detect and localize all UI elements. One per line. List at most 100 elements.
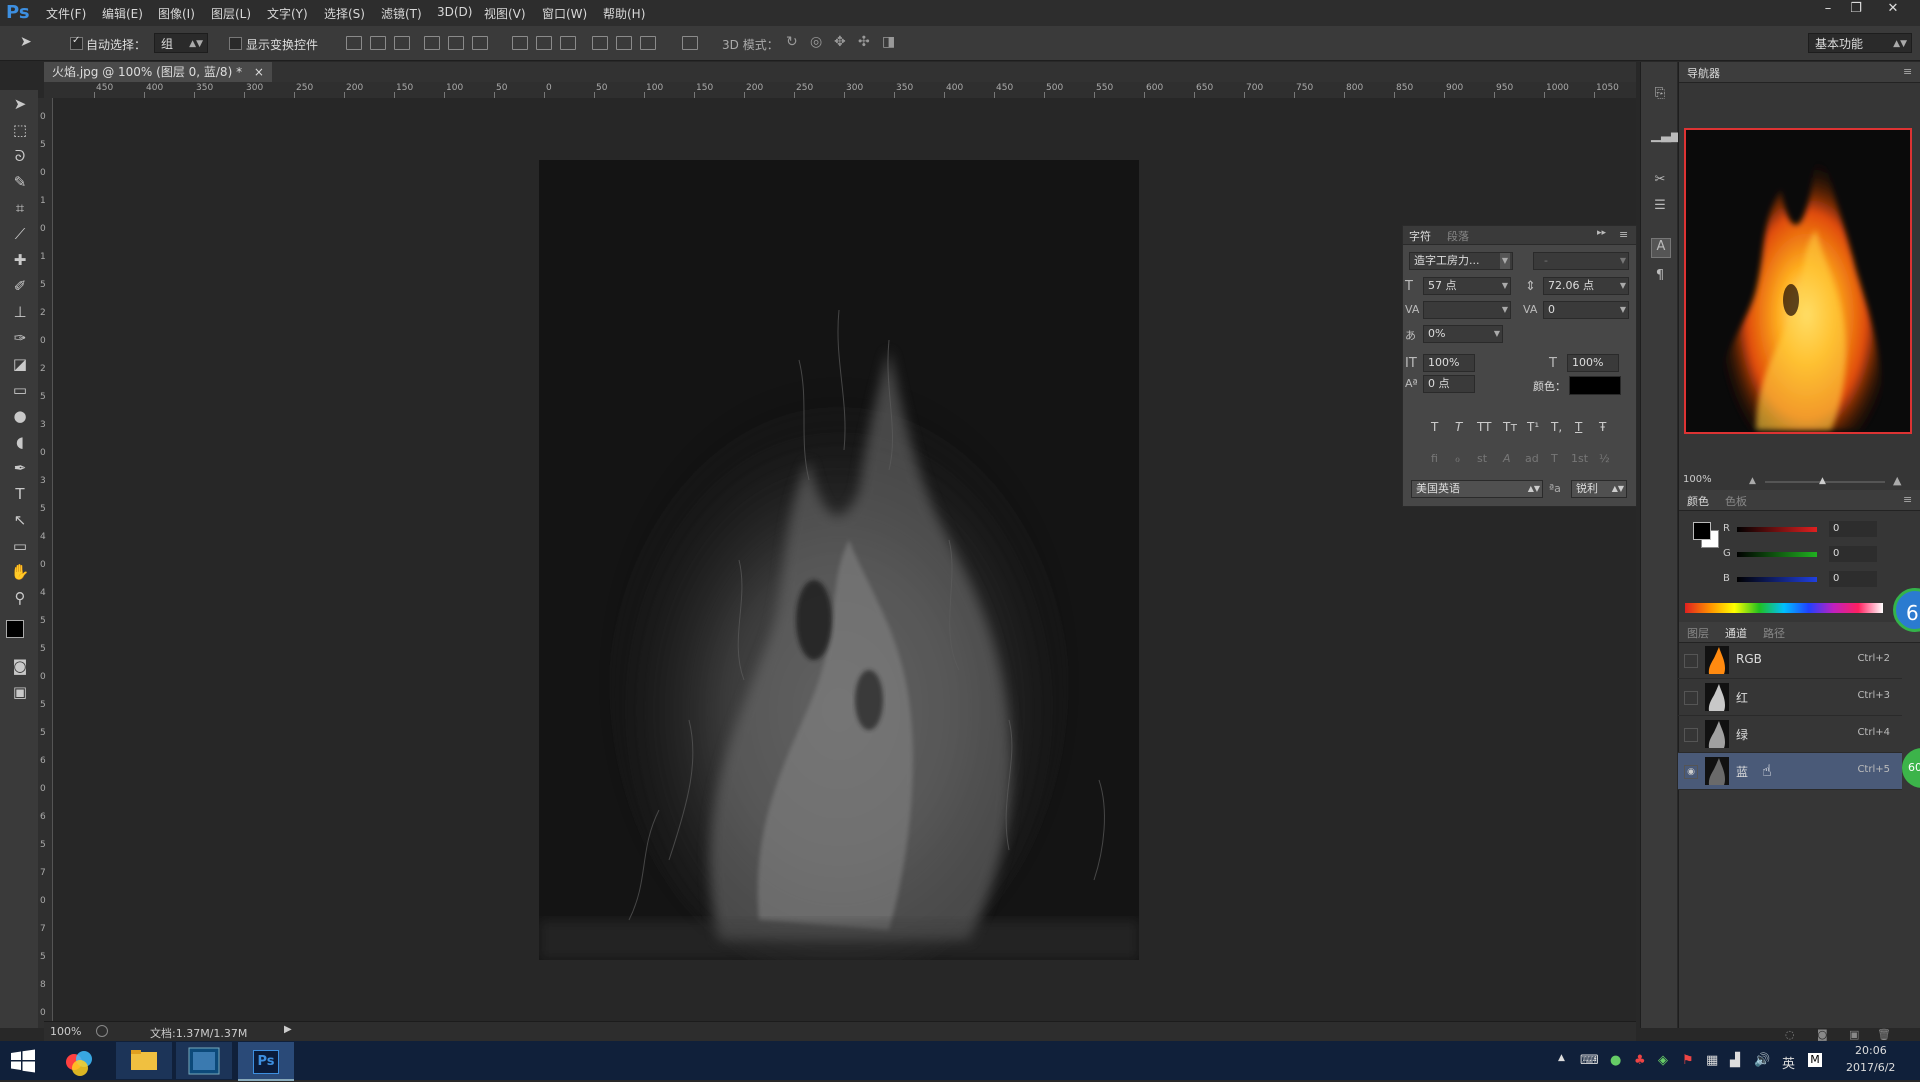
foreground-color-swatch[interactable]	[1693, 522, 1711, 540]
tab-color[interactable]: 颜色	[1687, 493, 1709, 509]
3d-scale-icon[interactable]: ◨	[882, 34, 895, 50]
color-g-slider[interactable]	[1737, 552, 1817, 557]
visibility-eye-icon[interactable]	[1684, 654, 1698, 668]
align-vcenter-icon[interactable]	[370, 36, 386, 50]
tray-app-icon-4[interactable]: ▦	[1706, 1053, 1718, 1068]
text-color-swatch[interactable]	[1569, 376, 1621, 395]
blur-tool-icon[interactable]: ●	[9, 406, 31, 426]
history-brush-tool-icon[interactable]: ✑	[9, 328, 31, 348]
auto-select-checkbox[interactable]: ✓	[70, 35, 83, 50]
clock-time[interactable]: 20:06	[1855, 1044, 1887, 1057]
zoom-out-icon[interactable]: ▲	[1749, 476, 1756, 486]
swash-button[interactable]: A	[1503, 452, 1511, 465]
tsume-field[interactable]: 0% ▼	[1423, 325, 1503, 343]
history-icon[interactable]: ⎘	[1651, 86, 1669, 104]
subscript-button[interactable]: T,	[1551, 420, 1562, 434]
file-explorer-icon[interactable]	[116, 1042, 172, 1079]
menu-select[interactable]: 选择(S)	[324, 5, 365, 22]
visibility-eye-icon[interactable]	[1684, 691, 1698, 705]
clock-date[interactable]: 2017/6/2	[1846, 1061, 1895, 1074]
marquee-tool-icon[interactable]: ⬚	[9, 120, 31, 140]
ime-indicator[interactable]: 英	[1782, 1053, 1795, 1072]
menu-filter[interactable]: 滤镜(T)	[381, 5, 422, 22]
photoshop-taskbar-button[interactable]: Ps	[238, 1042, 294, 1081]
tab-channels[interactable]: 通道	[1725, 625, 1747, 641]
path-select-tool-icon[interactable]: ↖	[9, 510, 31, 530]
menu-image[interactable]: 图像(I)	[158, 5, 195, 22]
font-size-field[interactable]: 57 点 ▼	[1423, 277, 1511, 295]
panel-menu-icon[interactable]: ≡	[1619, 228, 1628, 241]
video-app-icon[interactable]	[176, 1042, 232, 1079]
lasso-tool-icon[interactable]: ᘐ	[9, 146, 31, 166]
paragraph-panel-icon[interactable]: ¶	[1651, 268, 1669, 286]
save-selection-icon[interactable]: ◙	[1817, 1028, 1828, 1041]
document-canvas[interactable]	[539, 160, 1139, 960]
histogram-icon[interactable]: ▁▃▅	[1651, 128, 1681, 146]
underline-button[interactable]: T	[1575, 420, 1582, 434]
strikethrough-button[interactable]: Ŧ	[1599, 420, 1606, 434]
horizontal-scale-field[interactable]: 100%	[1567, 354, 1619, 372]
font-style-dropdown[interactable]: - ▼	[1533, 252, 1629, 270]
leading-field[interactable]: 72.06 点 ▼	[1543, 277, 1629, 295]
all-caps-button[interactable]: TT	[1477, 420, 1491, 434]
channel-row-blue[interactable]: ◉ 蓝 Ctrl+5 ☝	[1678, 753, 1902, 790]
antialias-dropdown[interactable]: 锐利 ▲▼	[1571, 480, 1627, 498]
distribute-bottom-icon[interactable]	[560, 36, 576, 50]
panel-menu-icon[interactable]: ≡	[1903, 493, 1912, 506]
distribute-vcenter-icon[interactable]	[536, 36, 552, 50]
language-dropdown[interactable]: 美国英语 ▲▼	[1411, 480, 1543, 498]
channel-row-red[interactable]: 红 Ctrl+3	[1678, 679, 1902, 716]
crop-tool-icon[interactable]: ⌗	[9, 198, 31, 218]
auto-select-dropdown[interactable]: 组 ▲▼	[154, 33, 208, 53]
collapse-icon[interactable]: ▸▸	[1597, 228, 1606, 238]
align-bottom-icon[interactable]	[394, 36, 410, 50]
share-icon[interactable]	[96, 1025, 108, 1037]
menu-edit[interactable]: 编辑(E)	[102, 5, 143, 22]
menu-3d[interactable]: 3D(D)	[437, 5, 472, 19]
align-top-icon[interactable]	[346, 36, 362, 50]
adjustments-icon[interactable]: ☰	[1651, 198, 1669, 216]
titling-alternates-button[interactable]: T	[1551, 452, 1558, 465]
tray-app-icon-1[interactable]: ⌨	[1580, 1053, 1599, 1068]
align-right-icon[interactable]	[472, 36, 488, 50]
gradient-tool-icon[interactable]: ▭	[9, 380, 31, 400]
minimize-button[interactable]: –	[1815, 1, 1841, 17]
type-tool-icon[interactable]: T	[9, 484, 31, 504]
windows-start-icon[interactable]	[10, 1049, 36, 1073]
tray-expand-icon[interactable]: ▲	[1558, 1053, 1565, 1063]
ordinals-button[interactable]: 1st	[1571, 452, 1588, 465]
tray-shield-icon[interactable]: ◈	[1658, 1053, 1668, 1068]
tab-character[interactable]: 字符	[1409, 228, 1431, 244]
fractions-button[interactable]: ½	[1599, 452, 1610, 465]
tab-navigator[interactable]: 导航器	[1687, 65, 1720, 81]
color-b-field[interactable]: 0	[1829, 571, 1877, 587]
tab-paragraph[interactable]: 段落	[1447, 228, 1469, 244]
auto-align-icon[interactable]	[682, 36, 698, 50]
color-r-field[interactable]: 0	[1829, 521, 1877, 537]
dodge-tool-icon[interactable]: ◖	[9, 432, 31, 452]
3d-slide-icon[interactable]: ✣	[858, 34, 870, 50]
panel-menu-icon[interactable]: ≡	[1903, 65, 1912, 78]
screen-mode-icon[interactable]: ▣	[9, 682, 31, 702]
healing-brush-tool-icon[interactable]: ✚	[9, 250, 31, 270]
eyedropper-tool-icon[interactable]: ⟋	[9, 224, 31, 244]
status-menu-arrow[interactable]: ▶	[284, 1024, 292, 1035]
move-tool-icon[interactable]: ➤	[9, 94, 31, 114]
visibility-eye-icon[interactable]	[1684, 728, 1698, 742]
navigator-zoom[interactable]: 100%	[1683, 474, 1712, 485]
color-spectrum-bar[interactable]	[1685, 603, 1883, 613]
superscript-button[interactable]: T¹	[1527, 420, 1539, 434]
shape-tool-icon[interactable]: ▭	[9, 536, 31, 556]
tray-flag-icon[interactable]: ⚑	[1682, 1053, 1694, 1068]
font-family-dropdown[interactable]: 造字工房力... ▼	[1409, 252, 1513, 270]
tray-app-icon-2[interactable]: ●	[1610, 1053, 1621, 1068]
channel-row-rgb[interactable]: RGB Ctrl+2	[1678, 642, 1902, 679]
align-left-icon[interactable]	[424, 36, 440, 50]
color-r-slider[interactable]	[1737, 527, 1817, 532]
menu-layer[interactable]: 图层(L)	[211, 5, 251, 22]
visibility-eye-icon[interactable]: ◉	[1684, 765, 1698, 779]
menu-type[interactable]: 文字(Y)	[267, 5, 308, 22]
distribute-hcenter-icon[interactable]	[616, 36, 632, 50]
menu-window[interactable]: 窗口(W)	[542, 5, 587, 22]
faux-italic-button[interactable]: T	[1455, 420, 1462, 434]
